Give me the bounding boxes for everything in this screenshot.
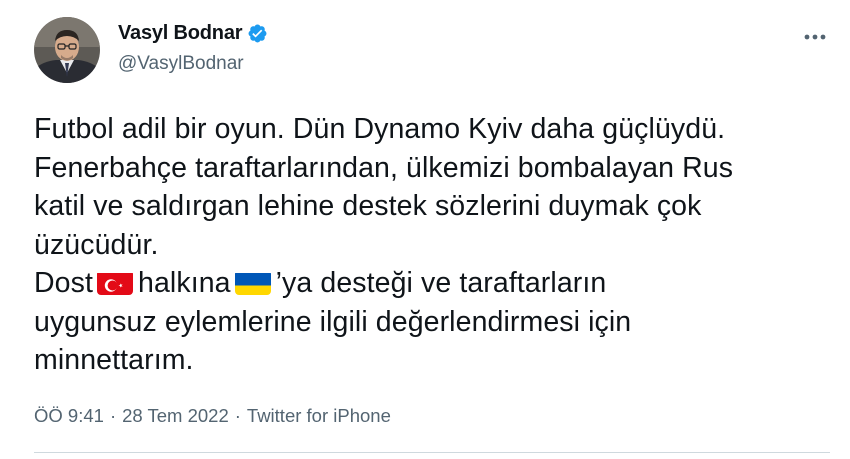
tweet-line: minnettarım. bbox=[34, 344, 194, 376]
more-options-icon[interactable] bbox=[804, 28, 826, 40]
divider bbox=[34, 452, 830, 453]
author-name-row: Vasyl Bodnar bbox=[118, 22, 268, 45]
verified-badge-icon bbox=[247, 23, 268, 44]
tweet-line: uygunsuz eylemlerine ilgili değerlendirm… bbox=[34, 305, 632, 338]
tweet-time[interactable]: ÖÖ 9:41 bbox=[34, 405, 104, 427]
tweet-source-link[interactable]: Twitter for iPhone bbox=[247, 405, 391, 427]
author-handle[interactable]: @VasylBodnar bbox=[118, 53, 244, 75]
tweet-metadata: ÖÖ 9:41 · 28 Tem 2022 · Twitter for iPho… bbox=[34, 405, 391, 427]
tweet-text: Futbol adil bir oyun. Dün Dynamo Kyiv da… bbox=[34, 110, 834, 380]
tweet-date[interactable]: 28 Tem 2022 bbox=[122, 405, 229, 427]
separator-dot: · bbox=[109, 405, 117, 426]
tweet-line: Dost halkına ’ya desteği ve taraftarları… bbox=[34, 264, 834, 303]
tweet-card[interactable]: Vasyl Bodnar @VasylBodnar Futbol adil bi… bbox=[0, 0, 850, 459]
author-display-name[interactable]: Vasyl Bodnar bbox=[118, 22, 243, 45]
tweet-text-fragment: Dost bbox=[34, 267, 94, 299]
turkey-flag-icon bbox=[97, 270, 134, 295]
tweet-text-fragment: halkına bbox=[138, 267, 231, 299]
profile-photo-icon bbox=[34, 17, 100, 83]
avatar[interactable] bbox=[34, 17, 100, 83]
tweet-line: Fenerbahçe taraftarlarından, ülkemizi bo… bbox=[34, 151, 734, 184]
ukraine-flag-icon bbox=[234, 270, 271, 295]
tweet-text-fragment: ’ya desteği ve taraftarların bbox=[275, 267, 607, 299]
separator-dot: · bbox=[234, 405, 241, 426]
tweet-line: Futbol adil bir oyun. Dün Dynamo Kyiv da… bbox=[34, 113, 726, 145]
tweet-line: katil ve saldırgan lehine destek sözleri… bbox=[34, 190, 702, 222]
tweet-line: üzücüdür. bbox=[34, 228, 159, 261]
